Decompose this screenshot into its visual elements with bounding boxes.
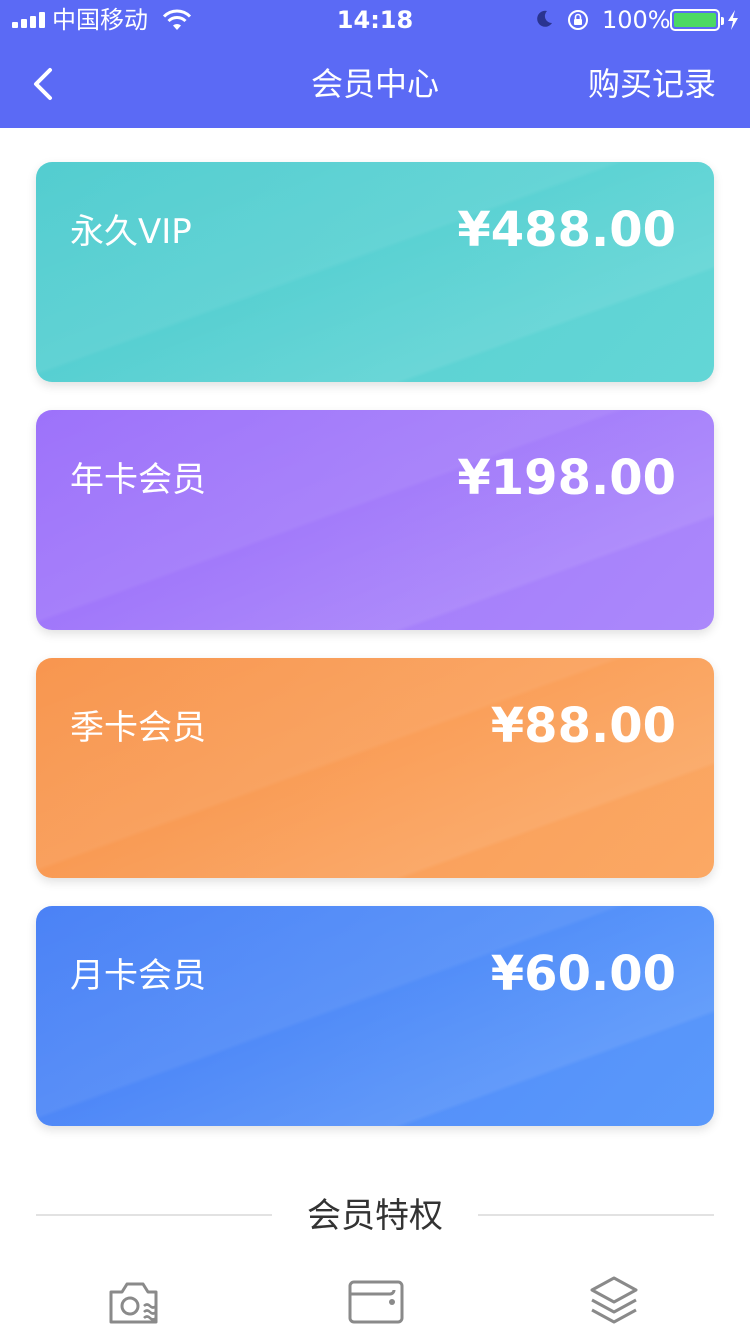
privileges-title: 会员特权: [307, 1196, 443, 1236]
membership-card-quarterly[interactable]: 季卡会员 ¥88.00: [36, 658, 714, 878]
membership-card-lifetime[interactable]: 永久VIP ¥488.00: [36, 162, 714, 382]
card-name: 永久VIP: [70, 212, 192, 252]
membership-card-monthly[interactable]: 月卡会员 ¥60.00: [36, 906, 714, 1126]
wallet-icon: [348, 1280, 404, 1324]
battery-icon: [670, 9, 724, 31]
moon-icon: [537, 10, 552, 27]
purchase-history-button[interactable]: 购买记录: [588, 64, 716, 104]
battery-percent: 100%: [602, 6, 671, 34]
card-price: ¥88.00: [490, 698, 676, 754]
card-name: 年卡会员: [70, 460, 206, 500]
card-price: ¥198.00: [457, 450, 676, 506]
rotation-lock-icon: [568, 10, 588, 30]
status-bar: 中国移动 14:18 100%: [0, 0, 750, 40]
card-price: ¥60.00: [490, 946, 676, 1002]
section-divider-right: [478, 1214, 714, 1216]
camera-wave-icon: [109, 1282, 158, 1324]
membership-card-annual[interactable]: 年卡会员 ¥198.00: [36, 410, 714, 630]
layers-icon: [590, 1276, 638, 1324]
card-price: ¥488.00: [457, 202, 676, 258]
card-name: 季卡会员: [70, 708, 206, 748]
header: 中国移动 14:18 100% 会员中心 购买记录: [0, 0, 750, 128]
card-name: 月卡会员: [70, 956, 206, 996]
charging-icon: [728, 10, 738, 30]
